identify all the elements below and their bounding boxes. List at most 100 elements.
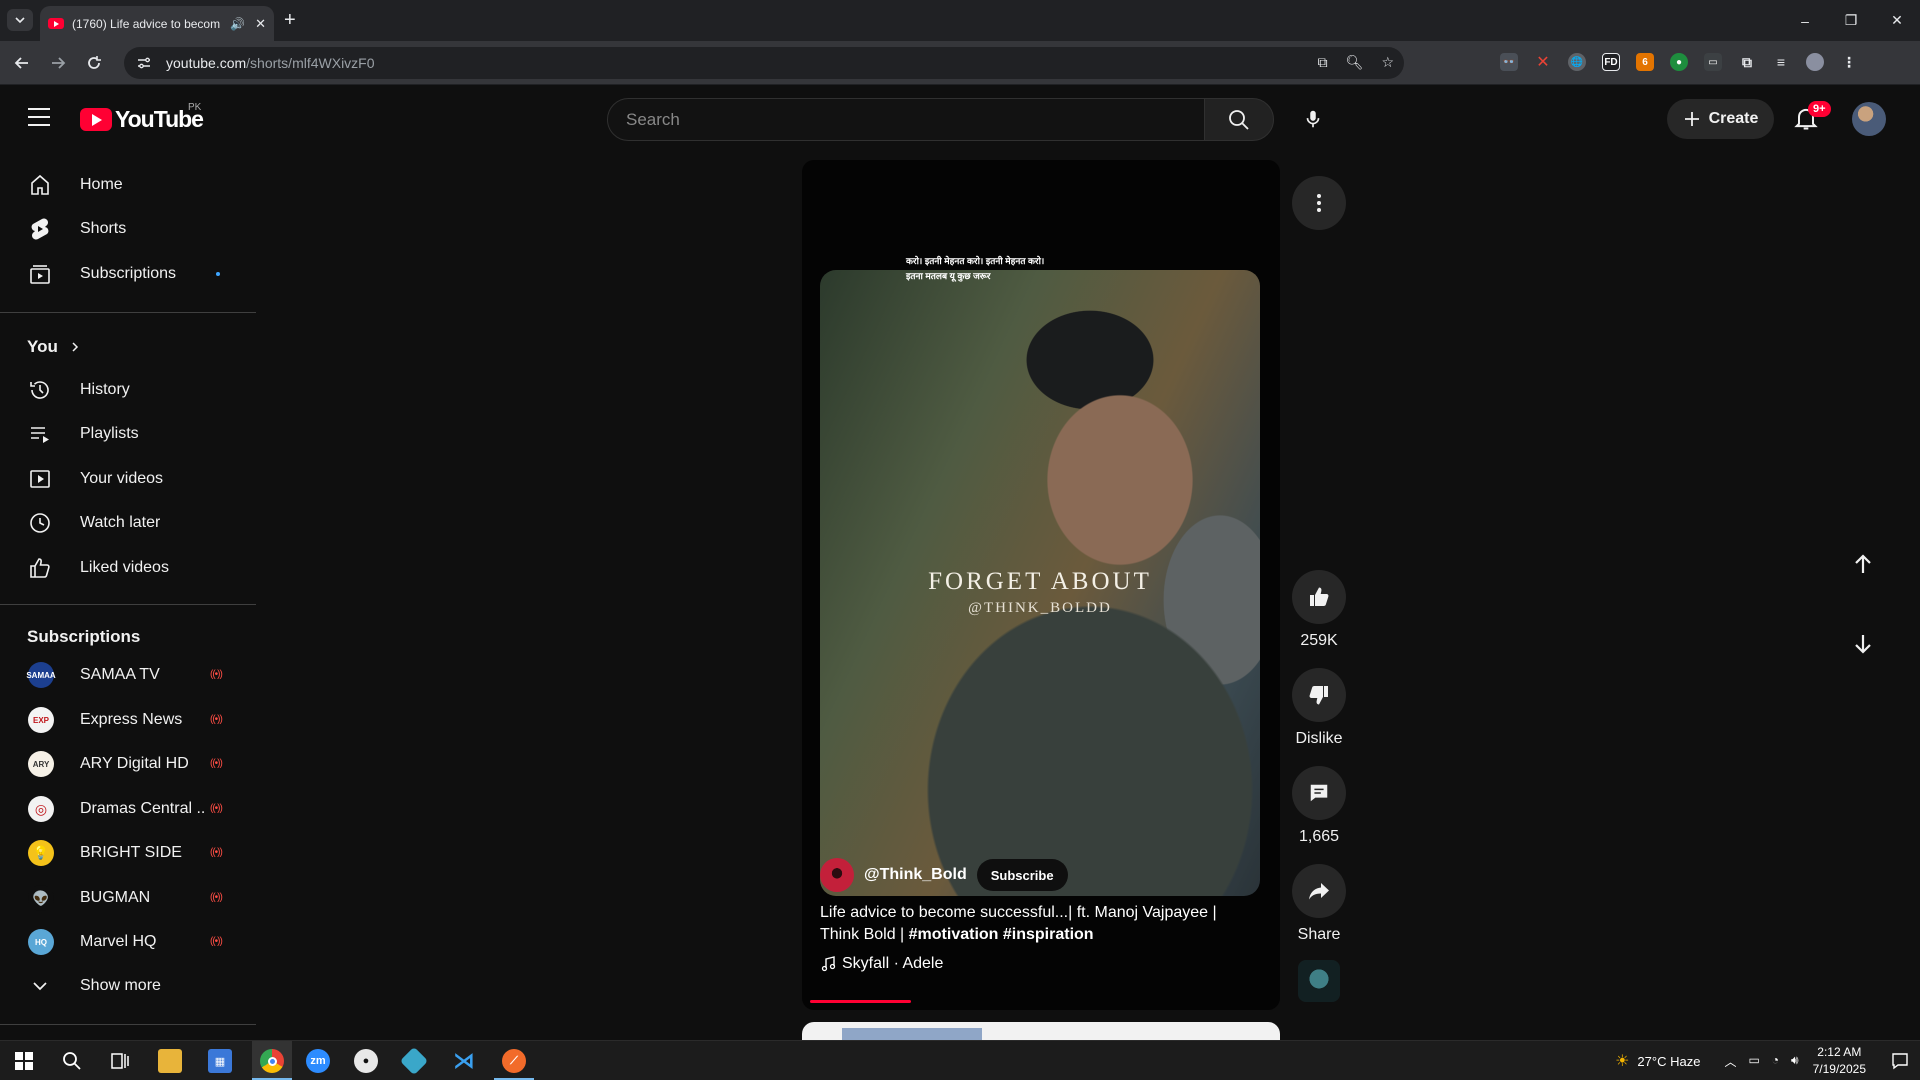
tab-close-icon[interactable]: ✕ [255,16,266,32]
share-action: Share [1292,864,1346,944]
battery-icon[interactable]: ▭ [1748,1053,1759,1070]
microsoft-store-icon[interactable]: ▦ [208,1049,232,1073]
chevron-up-icon[interactable]: ︿ [1724,1053,1736,1070]
url-host: youtube.com [166,55,247,71]
sidebar-subscription-samaa-tv[interactable]: SAMAA SAMAA TV ((•)) [0,655,256,695]
browser-toolbar: youtube.com/shorts/mlf4WXivzF0 ⧉ 🔍︎ ☆ 👓 … [0,41,1920,85]
zoom-app-icon[interactable]: zm [306,1049,330,1073]
voice-search-button[interactable] [1292,98,1334,140]
comments-button[interactable] [1292,766,1346,820]
arrow-right-icon [52,57,66,69]
restore-button[interactable]: ❐ [1828,0,1874,41]
extension-globe-icon[interactable]: 🌐 [1568,53,1586,71]
chrome-icon[interactable] [260,1049,284,1073]
tab-search-button[interactable] [7,9,33,31]
like-button[interactable] [1292,570,1346,624]
dislike-button[interactable] [1292,668,1346,722]
short-title[interactable]: Life advice to become successful...| ft.… [820,902,1252,946]
back-button[interactable] [10,51,34,75]
extension-fd-icon[interactable]: FD [1602,53,1620,71]
sidebar-subscription-ary-digital[interactable]: ARY ARY Digital HD ((•)) [0,744,256,784]
sidebar-item-history[interactable]: History [0,370,256,410]
extension-x-icon[interactable]: ✕ [1534,53,1552,71]
speaker-icon[interactable]: 🔊 [230,17,245,31]
channel-avatar[interactable] [820,858,854,892]
short-progress-bar[interactable] [810,1000,1270,1003]
comments-action: 1,665 [1292,766,1346,846]
guide-sidebar: Home Shorts Subscriptions You History Pl… [0,150,256,1040]
task-view-icon[interactable] [108,1049,132,1073]
channel-avatar: 👽 [28,885,54,911]
sidebar-item-liked-videos[interactable]: Liked videos [0,548,256,588]
menu-icon[interactable] [28,108,50,126]
short-music-link[interactable]: Skyfall · Adele [820,955,943,973]
search-input[interactable] [626,109,1204,130]
bookmark-star-icon[interactable]: ☆ [1381,54,1394,71]
site-info-icon[interactable] [136,55,152,71]
reload-button[interactable] [82,51,106,75]
app-orange-icon[interactable]: ⟋ [502,1049,526,1073]
windows-start-icon[interactable] [12,1049,36,1073]
minimize-button[interactable]: – [1782,0,1828,41]
sidebar-show-more[interactable]: Show more [0,966,256,1006]
sidebar-item-shorts[interactable]: Shorts [0,209,256,249]
short-hashtags[interactable]: #motivation #inspiration [909,926,1094,943]
notification-center-icon[interactable] [1880,1052,1920,1070]
sidebar-item-subscriptions[interactable]: Subscriptions [0,254,256,294]
volume-icon[interactable]: 🔊︎ [1791,1053,1799,1070]
sidebar-you-heading[interactable]: You [27,337,80,357]
address-bar[interactable]: youtube.com/shorts/mlf4WXivzF0 ⧉ 🔍︎ ☆ [124,47,1404,79]
channel-name-link[interactable]: @Think_Bold [864,866,967,884]
sidebar-item-playlists[interactable]: Playlists [0,414,256,454]
close-window-button[interactable]: ✕ [1874,0,1920,41]
sidebar-subscription-bright-side[interactable]: 💡 BRIGHT SIDE ((•)) [0,833,256,873]
browser-menu-icon[interactable]: ⋮ [1840,53,1858,71]
music-note-icon [821,956,836,972]
youtube-logo[interactable]: YouTube [80,106,204,133]
profile-avatar-icon[interactable] [1806,53,1824,71]
weather-widget[interactable]: ☀ 27°C Haze [1615,1051,1700,1071]
live-broadcast-icon: ((•)) [210,847,223,858]
new-content-dot [216,272,220,276]
sidebar-subscription-marvel-hq[interactable]: HQ Marvel HQ ((•)) [0,922,256,962]
sidebar-item-home[interactable]: Home [0,165,256,205]
search-button[interactable] [1204,98,1274,141]
previous-short-button[interactable] [1846,547,1880,581]
extensions-puzzle-icon[interactable]: ⧉ [1738,53,1756,71]
account-avatar[interactable] [1852,102,1886,136]
extension-cast-icon[interactable]: ▭ [1704,53,1722,71]
media-controls-icon[interactable]: ≡ [1772,53,1790,71]
taskbar-clock[interactable]: 2:12 AM 7/19/2025 [1813,1044,1866,1078]
share-button[interactable] [1292,864,1346,918]
file-explorer-icon[interactable] [158,1049,182,1073]
sidebar-item-label: Home [80,176,123,193]
sidebar-subscription-express-news[interactable]: EXP Express News ((•)) [0,700,256,740]
extension-green-icon[interactable]: ● [1670,53,1688,71]
create-button[interactable]: Create [1667,99,1774,139]
next-short-button[interactable] [1846,627,1880,661]
dislike-label: Dislike [1295,730,1343,747]
comment-icon [1310,784,1328,802]
sidebar-item-watch-later[interactable]: Watch later [0,503,256,543]
vscode-icon[interactable]: ⋊ [452,1048,476,1073]
app-diamond-icon[interactable] [399,1046,429,1076]
sidebar-item-your-videos[interactable]: Your videos [0,459,256,499]
extension-glasses-icon[interactable]: 👓 [1500,53,1518,71]
more-options-button[interactable] [1292,176,1346,230]
new-tab-button[interactable]: + [284,9,296,32]
more-vertical-icon [1317,194,1321,212]
taskbar-search-icon[interactable] [60,1049,84,1073]
browser-tab-active[interactable]: (1760) Life advice to becom 🔊 ✕ [40,6,274,41]
wifi-icon[interactable]: ◔ [1772,1053,1779,1070]
install-app-icon[interactable]: ⧉ [1318,54,1328,71]
sidebar-subscription-bugman[interactable]: 👽 BUGMAN ((•)) [0,878,256,918]
app-drop-icon[interactable]: ● [354,1049,378,1073]
zoom-icon[interactable]: 🔍︎ [1346,54,1364,71]
extension-badge-icon[interactable]: 6 [1636,53,1654,71]
sound-thumbnail[interactable] [1298,960,1340,1002]
sidebar-subscription-dramas-central[interactable]: ◎ Dramas Central ... ((•)) [0,789,256,829]
subscribe-button[interactable]: Subscribe [976,859,1068,891]
next-short-preview[interactable] [802,1022,1280,1040]
forward-button[interactable] [46,51,70,75]
live-broadcast-icon: ((•)) [210,892,223,903]
